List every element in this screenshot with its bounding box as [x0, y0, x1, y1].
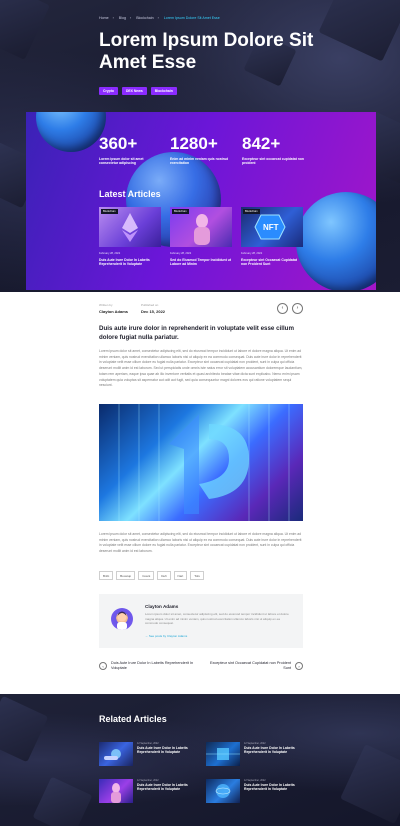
related-title[interactable]: Duis Aute Irure Dolor In Labeits Reprehe… — [137, 783, 199, 792]
arrow-right-icon: › — [295, 662, 303, 670]
card-date: February 28, 2022 — [170, 252, 192, 255]
decor-cube — [32, 776, 93, 826]
related-date: 12 September, 2022 — [137, 779, 159, 782]
related-title[interactable]: Duis Aute Irure Dolor In Labeits Reprehe… — [244, 746, 306, 755]
breadcrumb: Home › Blog › Blockchain › Lorem Ipsum Dolo… — [99, 16, 220, 20]
page-title: Lorem Ipsum Dolore Sit Amet Esse — [99, 30, 314, 73]
published-date: Dec 15, 2022 — [141, 309, 166, 314]
stat-item: 842+ Excepteur sint occaecat cupidatat n… — [242, 134, 306, 166]
related-article-item[interactable]: 12 September, 2022 Duis Aute Irure Dolor… — [206, 742, 306, 766]
article-thumbnail[interactable]: NFT Blockchain — [241, 207, 303, 247]
chevron-left-icon: ‹ — [281, 305, 284, 311]
card-title[interactable]: Sed do Eiusmod Tempor Incididunt ut Labo… — [170, 258, 232, 267]
tag-link[interactable]: Boostup — [116, 571, 136, 580]
tag-dex-news[interactable]: DEX News — [121, 87, 147, 95]
author-name[interactable]: Clayton Adams — [99, 309, 128, 314]
latest-article-card[interactable]: NFT Blockchain February 28, 2022 Excepte… — [241, 207, 303, 267]
stat-value: 1280+ — [170, 134, 218, 153]
date-meta: Published on Dec 15, 2022 — [141, 303, 165, 314]
related-thumbnail[interactable] — [206, 779, 240, 803]
avatar — [111, 608, 133, 630]
decor-cube — [0, 0, 50, 60]
stat-text: Excepteur sint occaecat cupidatat non pr… — [242, 157, 304, 166]
tag-link[interactable]: Bnbt — [99, 571, 114, 580]
category-badge: Blockchain — [172, 209, 189, 214]
related-date: 12 September, 2022 — [244, 742, 266, 745]
related-title[interactable]: Duis Aute Irure Dolor In Labeits Reprehe… — [137, 746, 199, 755]
hero-tags: Crypto DEX News Blockchain — [99, 87, 177, 95]
related-articles-section: Related Articles 12 September, 2022 Duis… — [0, 694, 400, 826]
hero-section: Home › Blog › Blockchain › Lorem Ipsum Dolo… — [0, 0, 400, 292]
svg-text:NFT: NFT — [263, 223, 279, 232]
category-badge: Blockchain — [243, 209, 260, 214]
stat-item: 1280+ Enim ad minim veniam quis nostrud … — [170, 134, 234, 166]
stat-item: 360+ Lorem ipsum dolor sit amet consecte… — [99, 134, 163, 166]
related-thumbnail[interactable] — [99, 779, 133, 803]
latest-article-card[interactable]: Blockchain February 28, 2022 Sed do Eius… — [170, 207, 232, 267]
written-by-label: Written by — [99, 303, 113, 307]
author-meta: Written by Clayton Adams — [99, 303, 128, 314]
published-label: Published on — [141, 303, 159, 307]
prev-post-button[interactable]: ‹ — [277, 303, 288, 314]
chevron-right-icon: › — [296, 305, 299, 311]
article-paragraph: Lorem ipsum dolor sit amet, consectetur … — [99, 349, 303, 388]
stat-value: 842+ — [242, 134, 281, 153]
next-post-title[interactable]: Excepteur sint Occaecat Cupidatat non Pr… — [203, 661, 303, 671]
tag-crypto[interactable]: Crypto — [99, 87, 118, 95]
author-box-name: Clayton Adams — [145, 604, 179, 609]
related-article-item[interactable]: 12 September, 2022 Duis Aute Irure Dolor… — [99, 779, 199, 803]
article-image — [99, 404, 303, 521]
coin-illustration — [296, 192, 376, 290]
statue-icon — [111, 783, 121, 803]
breadcrumb-home[interactable]: Home — [99, 16, 109, 20]
abstract-3d-illustration — [118, 404, 290, 521]
tag-link[interactable]: Defi — [157, 571, 171, 580]
decor-cube — [0, 695, 49, 763]
card-date: February 28, 2022 — [99, 252, 121, 255]
next-post-button[interactable]: › — [292, 303, 303, 314]
related-date: 12 September, 2022 — [244, 779, 266, 782]
stat-value: 360+ — [99, 134, 138, 153]
author-box-bio: Lorem ipsum dolor sit amet, consectetur … — [145, 612, 289, 626]
tag-link[interactable]: Nart — [173, 571, 188, 580]
article-lead: Duis aute irure dolor in reprehenderit i… — [99, 325, 294, 341]
breadcrumb-category[interactable]: Blockchain — [136, 16, 153, 20]
stat-text: Lorem ipsum dolor sit amet consectetur a… — [99, 157, 144, 166]
article-paragraph: Lorem ipsum dolor sit amet, consectetur … — [99, 532, 302, 554]
related-date: 12 September, 2022 — [137, 742, 159, 745]
arrow-left-icon: ‹ — [99, 662, 107, 670]
author-posts-link[interactable]: → See posts by Clayton Adams — [145, 634, 187, 638]
card-title[interactable]: Excepteur sint Occaecat Cupidatat non Pr… — [241, 258, 303, 267]
tag-link[interactable]: Coant — [138, 571, 155, 580]
breadcrumb-current: Lorem Ipsum Dolore Sit Amet Esse — [163, 16, 220, 20]
previous-post-link[interactable]: ‹ Duis Aute Irure Dolor In Labeits Repre… — [99, 661, 199, 671]
related-title[interactable]: Duis Aute Irure Dolor In Labeits Reprehe… — [244, 783, 306, 792]
circuit-icon — [206, 748, 240, 760]
avatar-illustration — [117, 611, 127, 630]
related-thumbnail[interactable] — [99, 742, 133, 766]
stat-text: Enim ad minim veniam quis nostrud exerci… — [170, 157, 229, 166]
card-title[interactable]: Duis Aute Irure Dolor In Labeits Reprehe… — [99, 258, 161, 267]
article-thumbnail[interactable]: Blockchain — [170, 207, 232, 247]
article-tags: Bnbt Boostup Coant Defi Nart Tofu — [99, 571, 204, 580]
next-post-link[interactable]: › Excepteur sint Occaecat Cupidatat non … — [203, 661, 303, 671]
card-date: February 28, 2022 — [241, 252, 263, 255]
related-article-item[interactable]: 12 September, 2022 Duis Aute Irure Dolor… — [99, 742, 199, 766]
related-articles-heading: Related Articles — [99, 714, 167, 724]
tag-link[interactable]: Tofu — [190, 571, 204, 580]
latest-article-card[interactable]: Blockchain February 28, 2022 Duis Aute I… — [99, 207, 161, 267]
related-article-item[interactable]: 12 September, 2022 Duis Aute Irure Dolor… — [206, 779, 306, 803]
tag-blockchain[interactable]: Blockchain — [150, 87, 177, 95]
coin-illustration — [36, 112, 106, 152]
author-bio-box: Clayton Adams Lorem ipsum dolor sit amet… — [99, 594, 303, 648]
breadcrumb-blog[interactable]: Blog — [119, 16, 126, 20]
article-thumbnail[interactable]: Blockchain — [99, 207, 161, 247]
robot-hand-icon — [104, 749, 121, 760]
previous-post-title[interactable]: Duis Aute Irure Dolor In Labeits Reprehe… — [99, 661, 199, 671]
globe-icon — [215, 784, 231, 798]
category-badge: Blockchain — [101, 209, 118, 214]
related-thumbnail[interactable] — [206, 742, 240, 766]
latest-articles-heading: Latest Articles — [99, 189, 161, 199]
decor-cube — [340, 744, 400, 824]
